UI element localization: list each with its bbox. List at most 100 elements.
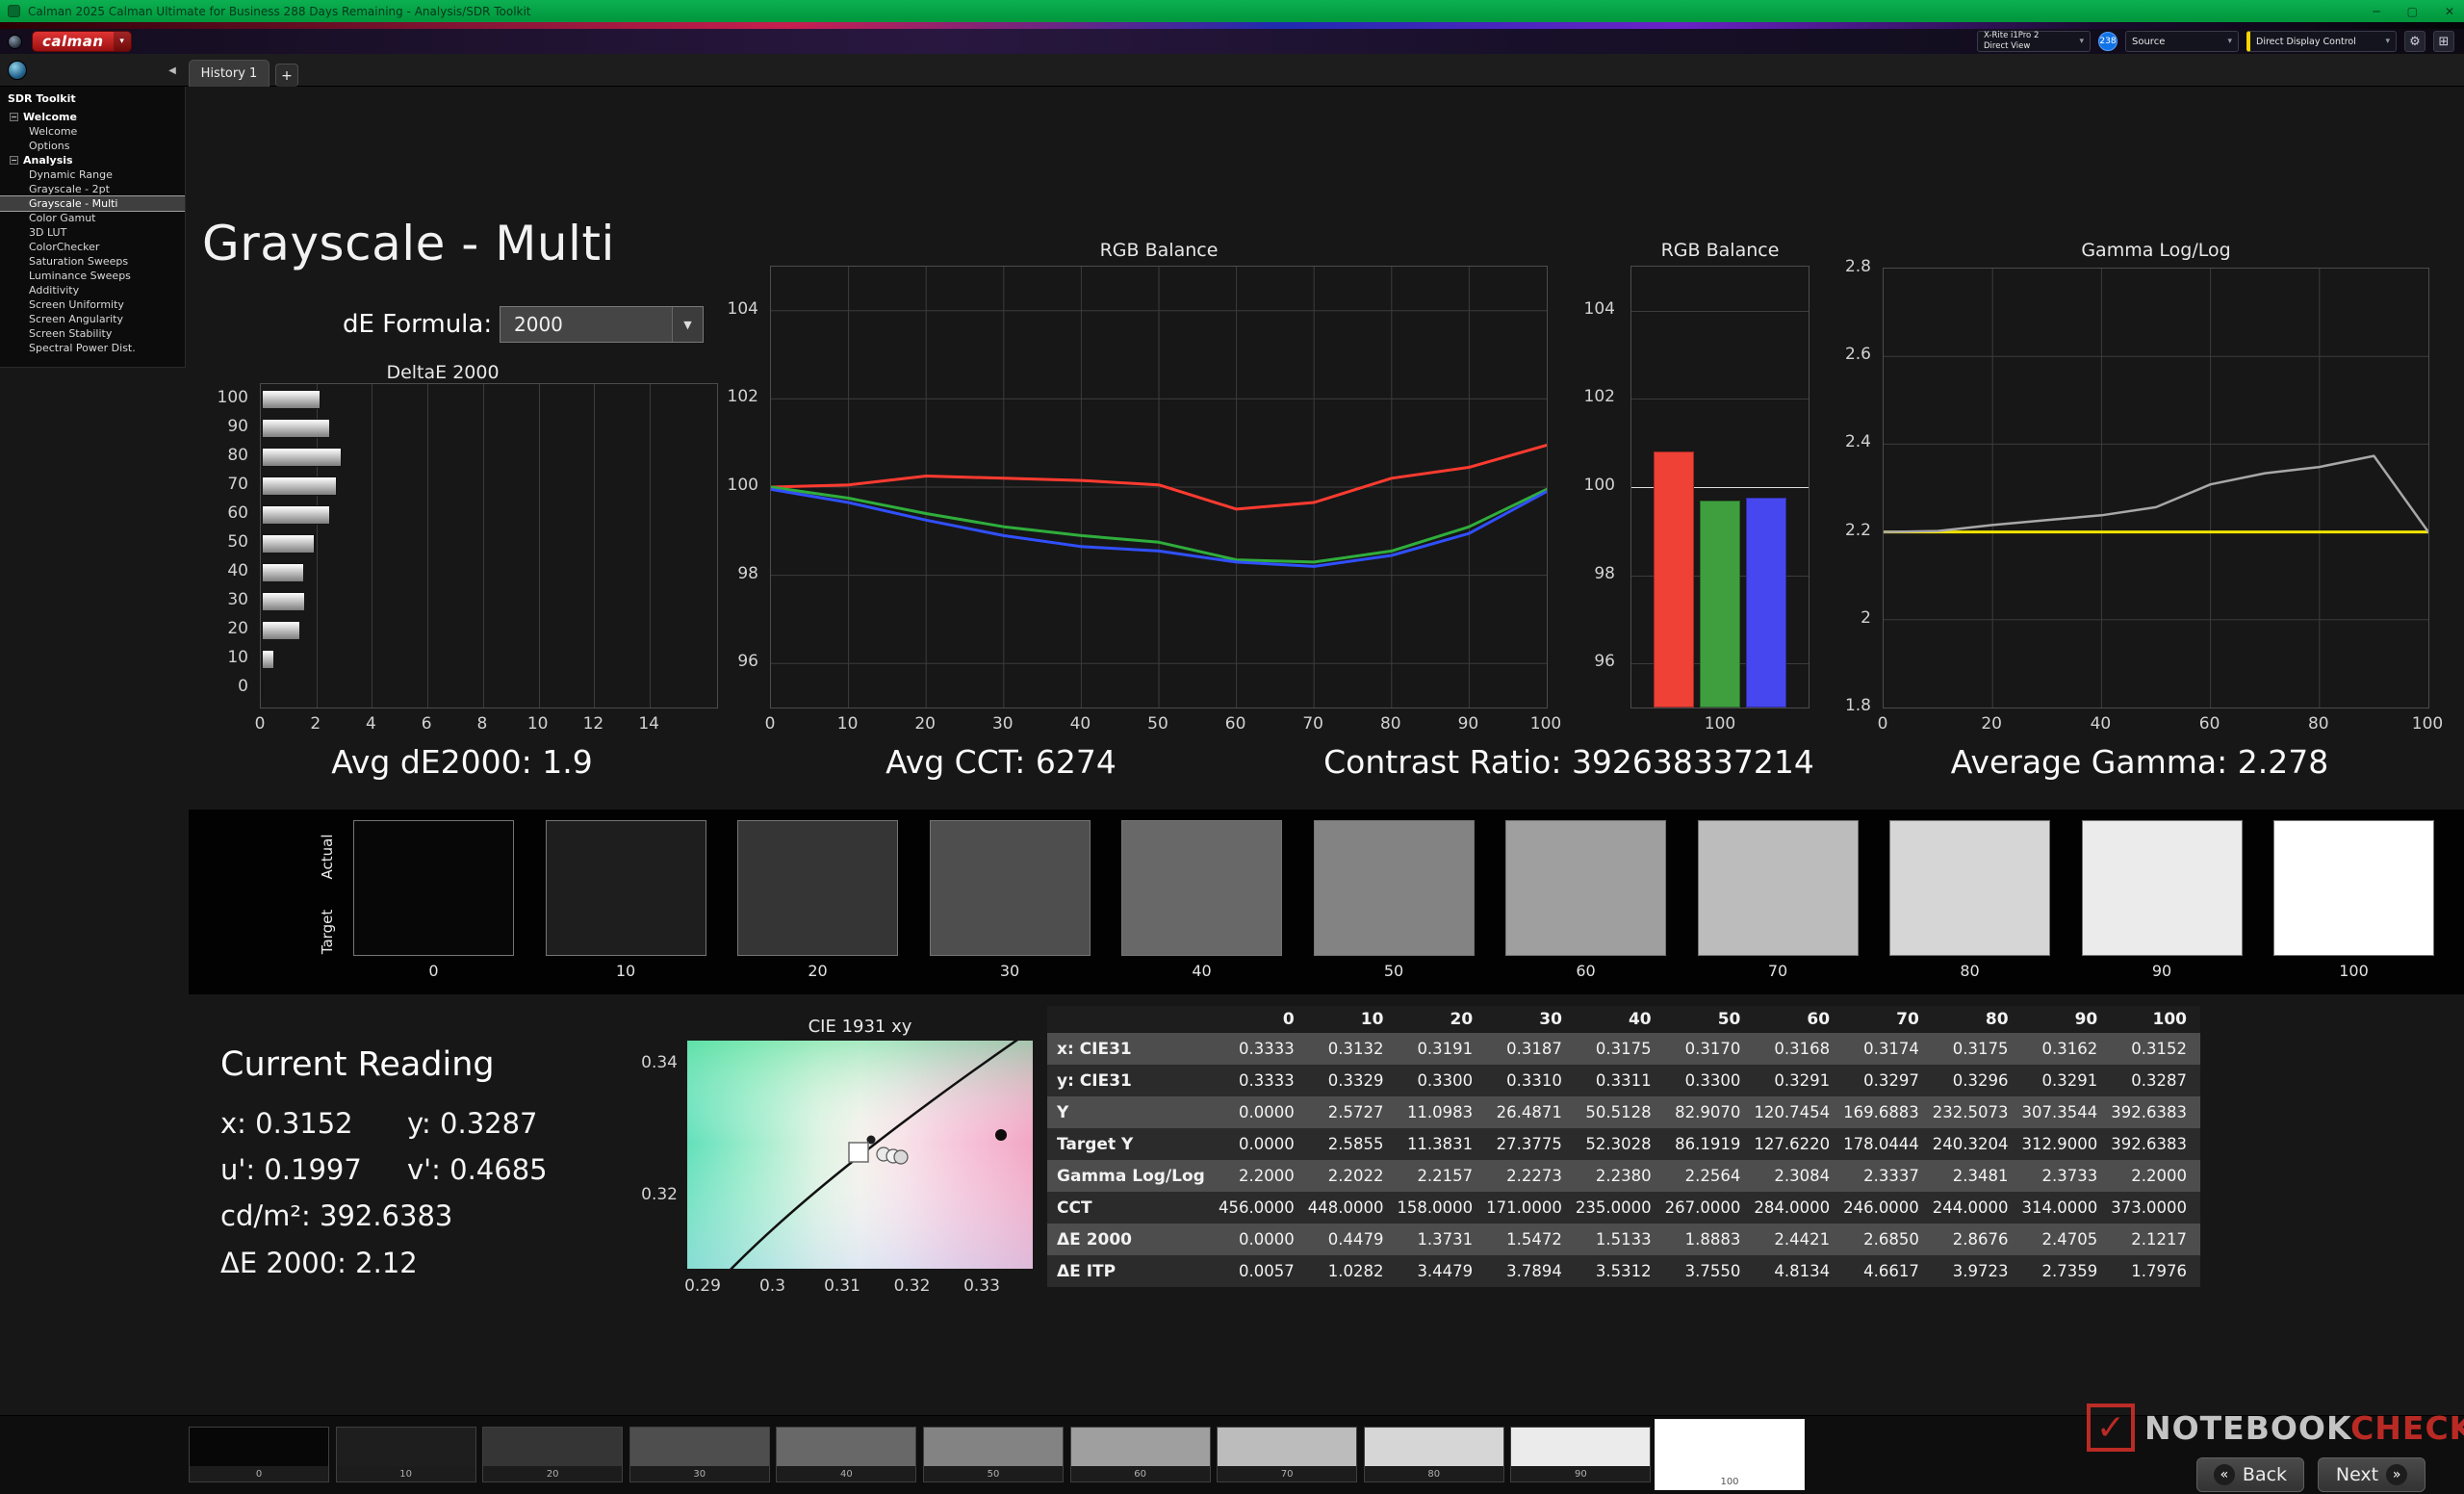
sidebar-item-welcome[interactable]: Welcome [0,124,185,139]
table-value-cell: 0.3311 [1595,1071,1652,1090]
table-value-cell: 0.0057 [1238,1262,1295,1280]
axis-tick-label: 4 [366,714,376,734]
deltae-bar [262,679,264,698]
patch-button-0[interactable]: 0 [189,1427,329,1482]
tab-history-1[interactable]: History 1 [189,60,270,87]
table-value-cell: 2.2564 [1684,1167,1741,1185]
sidebar-item-grayscale-multi[interactable]: Grayscale - Multi [0,195,185,212]
grayscale-swatch-80 [1889,820,2050,956]
table-value-cell: 0.3333 [1238,1071,1295,1090]
settings-gear-button[interactable]: ⚙ [2404,31,2426,52]
window-title: Calman 2025 Calman Ultimate for Business… [28,4,531,18]
table-value-cell: 82.9070 [1675,1103,1741,1121]
tree-expander-icon[interactable]: − [10,156,18,165]
sidebar-item-dynamic-range[interactable]: Dynamic Range [0,167,185,182]
add-tab-button[interactable]: + [275,64,298,87]
axis-tick-label: 0 [764,714,776,734]
axis-tick-label: 100 [1704,714,1736,734]
grayscale-swatch-10 [545,820,706,956]
table-row-label: CCT [1057,1198,1092,1218]
minimize-button[interactable]: ─ [2373,5,2379,18]
patch-button-70[interactable]: 70 [1217,1427,1358,1482]
table-value-cell: 2.2000 [2131,1167,2187,1185]
sidebar-item-saturation-sweeps[interactable]: Saturation Sweeps [0,254,185,269]
sidebar-item-luminance-sweeps[interactable]: Luminance Sweeps [0,269,185,283]
rgb-balance-bar-blue [1746,498,1786,708]
close-button[interactable]: ✕ [2445,5,2454,18]
axis-tick-label: 40 [2090,714,2112,734]
axis-tick-label: 104 [1583,298,1615,319]
notebookcheck-watermark: ✓ NOTEBOOKCHECK [2087,1404,2464,1452]
patch-button-90[interactable]: 90 [1510,1427,1652,1482]
back-button[interactable]: « Back [2196,1457,2304,1492]
tree-expander-icon[interactable]: − [10,113,18,121]
patch-button-50[interactable]: 50 [923,1427,1064,1482]
measurement-point [995,1129,1007,1141]
reading-y: y: 0.3287 [407,1107,538,1140]
sidebar-item-screen-stability[interactable]: Screen Stability [0,326,185,341]
sidebar-item-screen-uniformity[interactable]: Screen Uniformity [0,297,185,312]
gamma-line-chart [1883,268,2429,708]
sidebar-item-additivity[interactable]: Additivity [0,283,185,297]
patch-button-10[interactable]: 10 [335,1427,476,1482]
next-button[interactable]: Next » [2318,1457,2426,1492]
patch-label: 80 [1364,1466,1503,1481]
patch-swatch [336,1428,475,1466]
grayscale-swatch-60 [1505,820,1666,956]
maximize-button[interactable]: ▢ [2407,5,2418,18]
axis-tick-label: 90 [1457,714,1479,734]
table-column-header: 20 [1450,1010,1474,1029]
patch-button-80[interactable]: 80 [1363,1427,1504,1482]
sidebar-group-welcome[interactable]: − Welcome [0,110,185,124]
table-column-header: 50 [1717,1010,1741,1029]
deltae-bar [262,477,337,496]
table-row-e-itp: ΔE ITP 0.0057 1.0282 3.4479 3.7894 3.5312 3.75… [1047,1255,2200,1287]
toolbar-orb-icon[interactable] [8,34,22,49]
grayscale-swatch-label: 20 [808,962,828,980]
deltae-bar [262,621,300,640]
calman-menu-button[interactable]: calman ▾ [32,31,132,52]
table-value-cell: 0.3162 [2041,1040,2098,1058]
sidebar-item-grayscale-2pt[interactable]: Grayscale - 2pt [0,182,185,196]
patch-label: 40 [777,1466,916,1481]
axis-tick-label: 0.33 [963,1276,1000,1296]
sidebar-item-options[interactable]: Options [0,139,185,153]
axis-tick-label: 60 [2198,714,2220,734]
table-value-cell: 0.3152 [2131,1040,2187,1058]
patch-label: 10 [336,1466,475,1481]
table-column-header: 10 [1360,1010,1384,1029]
table-value-cell: 6246.0000 [1843,1198,1919,1217]
sidebar-group-analysis[interactable]: − Analysis [0,153,185,167]
patch-button-20[interactable]: 20 [482,1427,624,1482]
home-orb-button[interactable] [8,61,27,80]
sidebar-item-spectral-power-dist[interactable]: Spectral Power Dist. [0,341,185,355]
sidebar-item-screen-angularity[interactable]: Screen Angularity [0,312,185,326]
sidebar-item-colorchecker[interactable]: ColorChecker [0,240,185,254]
table-value-cell: 1.5472 [1506,1230,1562,1249]
table-corner-cell [1047,1006,1219,1033]
source-label: Source [2132,36,2166,47]
sidebar-item-color-gamut[interactable]: Color Gamut [0,211,185,225]
table-value-cell: 11.3831 [1406,1135,1474,1153]
sidebar-collapse-button[interactable]: ◀ [164,63,181,78]
grayscale-swatch-label: 10 [615,962,636,980]
sidebar-item-3d-lut[interactable]: 3D LUT [0,225,185,240]
app-icon [8,5,20,17]
layout-grid-button[interactable]: ⊞ [2433,31,2454,52]
axis-tick-label: 50 [227,532,248,552]
patch-button-30[interactable]: 30 [629,1427,770,1482]
axis-tick-label: 102 [727,387,758,407]
patch-button-100[interactable]: 100 [1655,1419,1805,1490]
meter-selector[interactable]: X-Rite i1Pro 2 Direct View ▾ [1977,31,2091,52]
table-value-cell: 0.3296 [1952,1071,2009,1090]
axis-tick-label: 2.6 [1844,345,1871,365]
axis-tick-label: 100 [2411,714,2444,734]
table-value-cell: 2.8676 [1952,1230,2009,1249]
patch-button-60[interactable]: 60 [1069,1427,1211,1482]
patch-button-40[interactable]: 40 [776,1427,917,1482]
de-formula-dropdown[interactable]: 2000 ▼ [500,306,704,343]
display-control-selector[interactable]: Direct Display Control ▾ [2246,31,2397,52]
source-selector[interactable]: Source ▾ [2125,31,2239,52]
deltae-bar [262,592,305,611]
table-row-label: Gamma Log/Log [1057,1166,1205,1186]
